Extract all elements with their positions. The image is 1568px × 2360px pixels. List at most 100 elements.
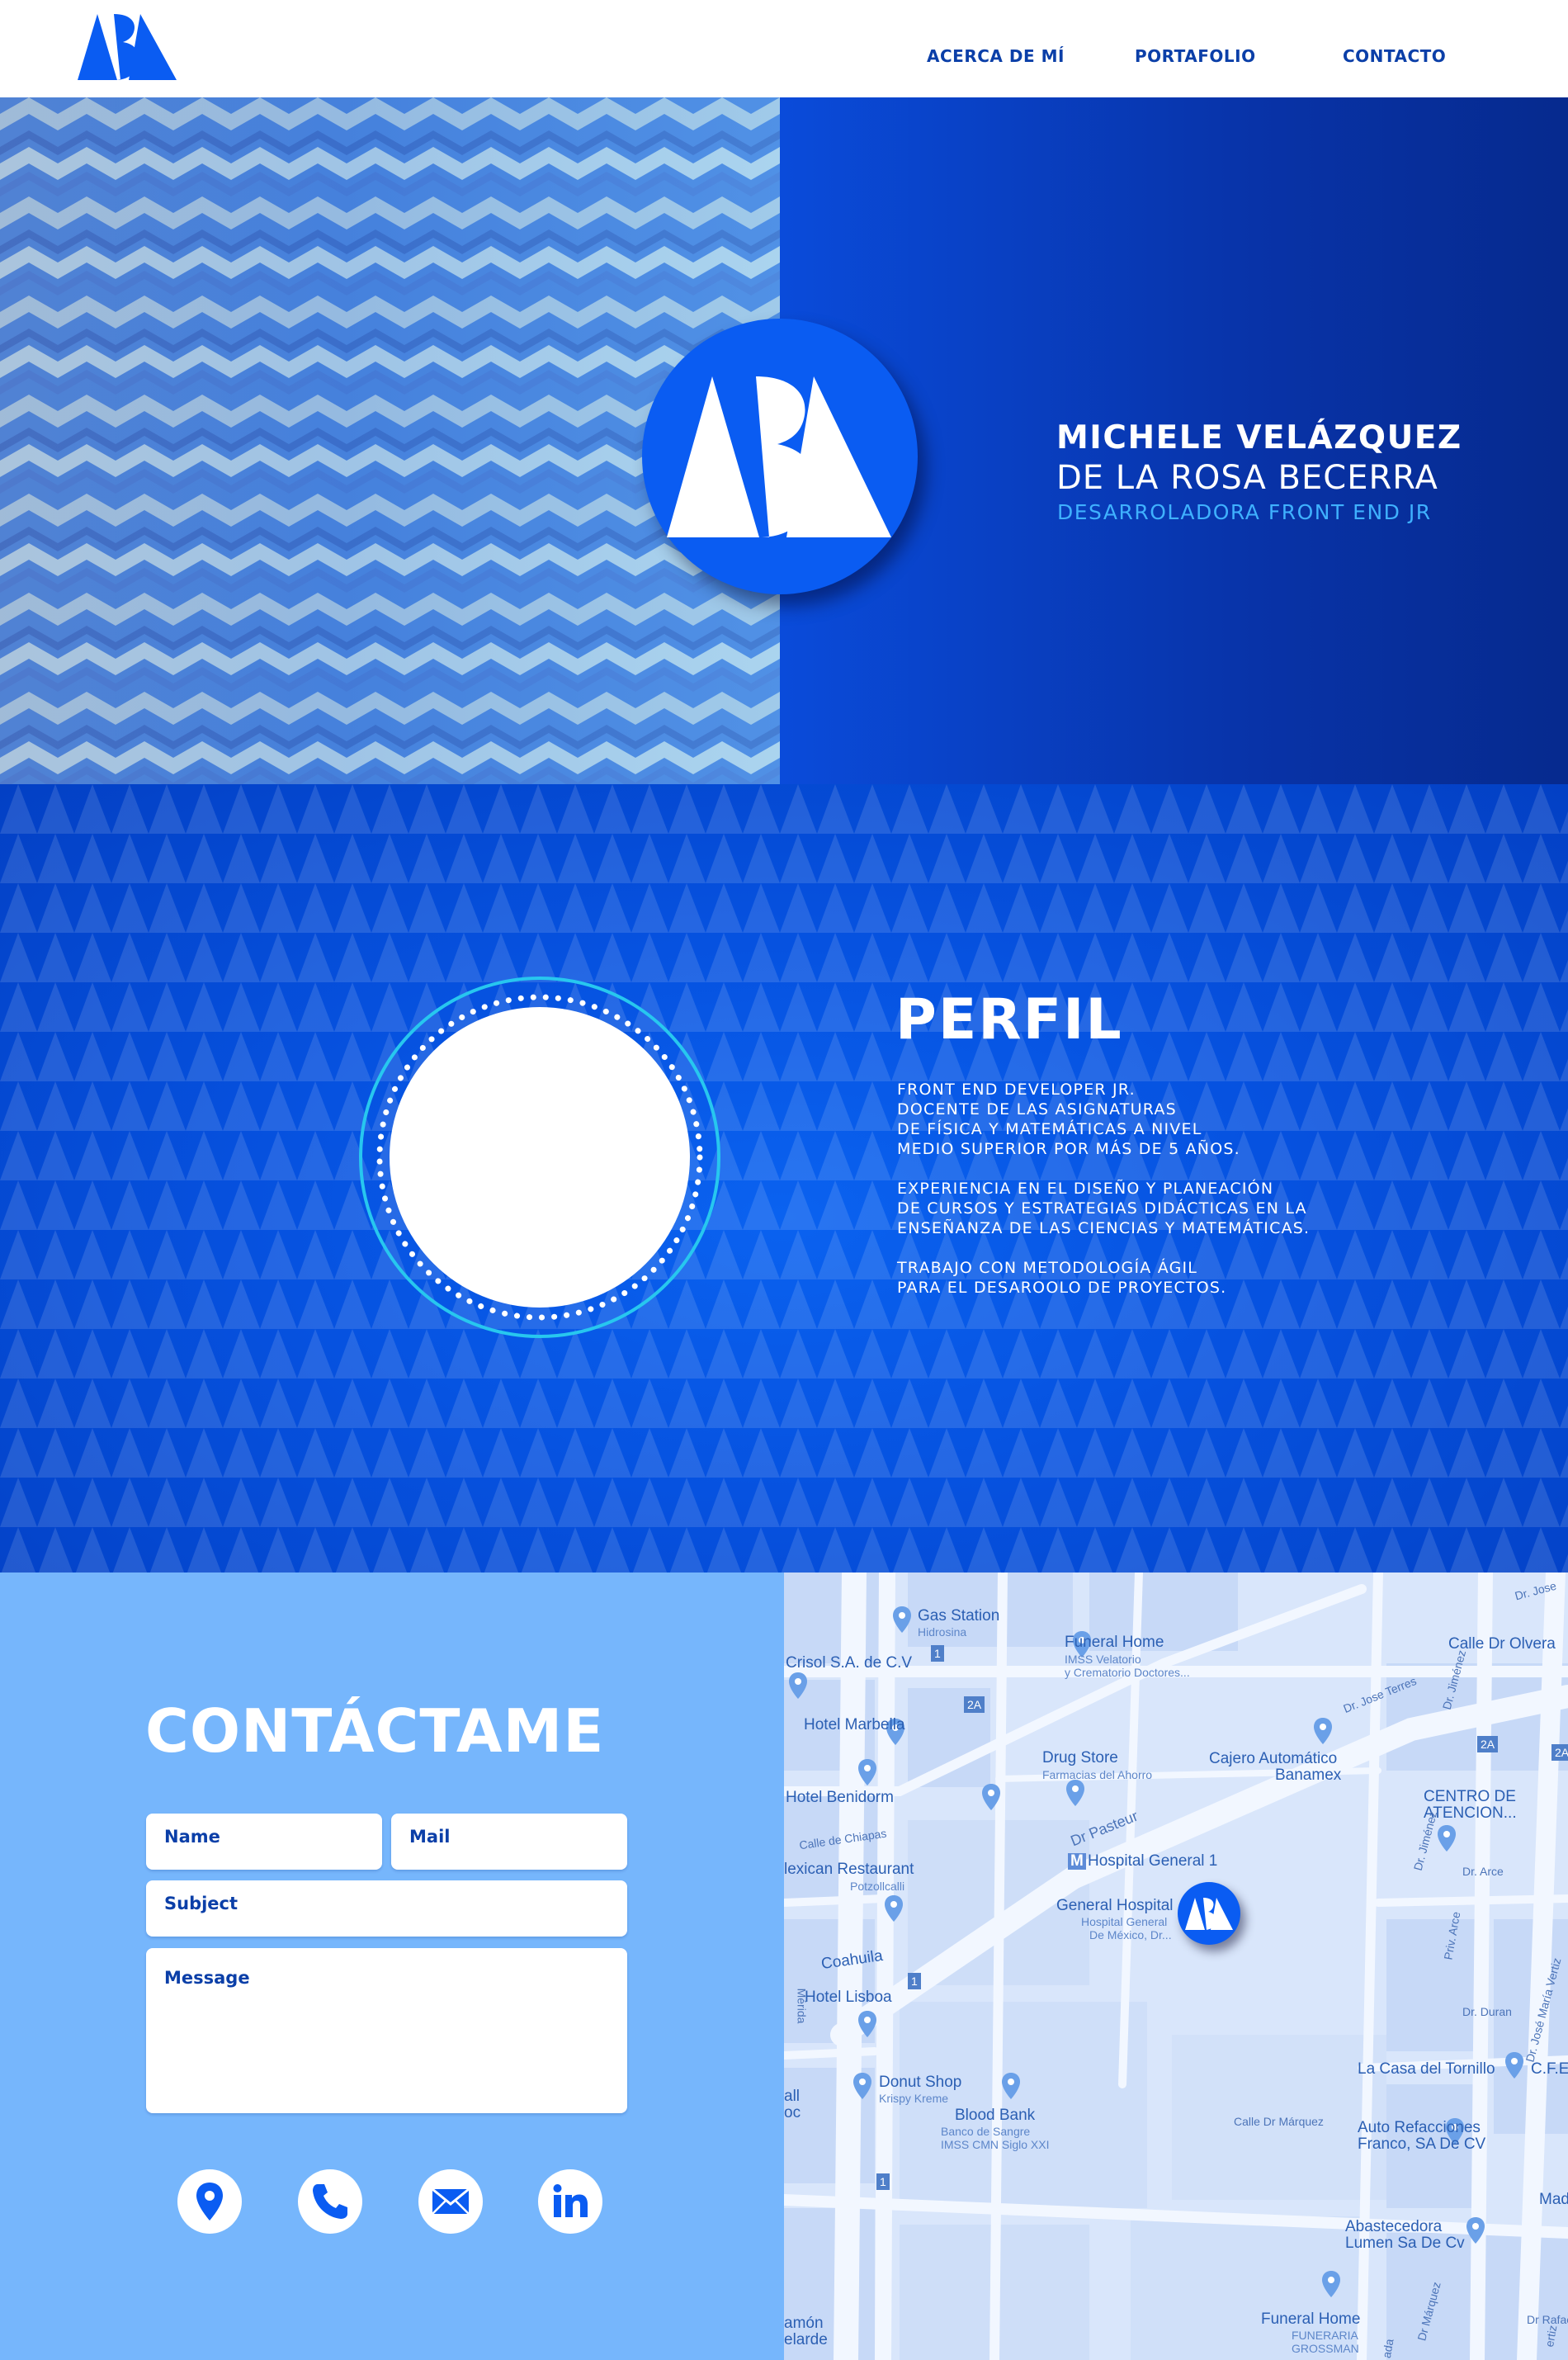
avatar-photo	[390, 1007, 690, 1308]
restaurant-pin-icon[interactable]	[883, 1894, 904, 1923]
profile-paragraph: TRABAJO CON METODOLOGÍA ÁGIL PARA EL DES…	[897, 1259, 1227, 1297]
map-label: Dr. Duran	[1462, 2005, 1512, 2018]
map-label: Farmacias del Ahorro	[1042, 1768, 1153, 1781]
map-label: y Crematorio Doctores...	[1065, 1666, 1190, 1679]
map-label: Hospital General 1	[1088, 1852, 1218, 1870]
map-label: Dr. Arce	[1462, 1865, 1504, 1878]
subject-field-label: Subject	[164, 1894, 239, 1913]
location-map[interactable]: Gas Station Hidrosina Funeral Home IMSS …	[784, 1573, 1568, 2360]
map-label: Hotel Lisboa	[805, 1989, 892, 2006]
map-label: Calle Dr Márquez	[1234, 2115, 1324, 2128]
gas-station-pin-icon[interactable]	[891, 1606, 913, 1634]
cajero-pin-icon[interactable]	[1312, 1717, 1334, 1745]
map-label: Gas Station	[918, 1607, 1000, 1625]
name-field-label: Name	[164, 1827, 220, 1847]
map-label: 1	[876, 2173, 890, 2190]
phone-icon	[313, 2184, 347, 2219]
map-label: Hidrosina	[918, 1625, 967, 1639]
profile-paragraph: EXPERIENCIA EN EL DISEÑO Y PLANEACIÓN DE…	[897, 1180, 1311, 1237]
map-label: IMSS CMN Siglo XXI	[941, 2138, 1050, 2151]
map-label: 1	[908, 1973, 921, 1989]
map-label: 2A	[1551, 1744, 1568, 1761]
phone-button[interactable]	[298, 2169, 362, 2234]
map-label: amón	[784, 2315, 824, 2332]
mail-icon	[432, 2187, 470, 2215]
centro-atencion-pin-icon[interactable]	[1436, 1824, 1457, 1852]
map-label: M	[1068, 1853, 1086, 1870]
linkedin-icon	[553, 2184, 588, 2217]
map-label: IMSS Velatorio	[1065, 1653, 1141, 1666]
brand-logo-white	[667, 376, 891, 537]
map-label: Mérida	[795, 1988, 809, 2024]
map-label: Cajero Automático	[1209, 1750, 1338, 1767]
map-label: Krispy Kreme	[879, 2092, 949, 2105]
map-label: Funeral Home	[1261, 2310, 1361, 2328]
map-label: C.F.E	[1531, 2060, 1568, 2078]
map-label: Abastecedora	[1345, 2218, 1443, 2235]
site-header: ACERCA DE MÍ PORTAFOLIO CONTACTO	[0, 0, 1568, 97]
brand-logo-icon	[1185, 1898, 1233, 1930]
hero-name-line1: MICHELE VELÁZQUEZ	[1056, 419, 1462, 456]
nav-contact[interactable]: CONTACTO	[1343, 46, 1446, 66]
map-label: 2A	[964, 1696, 985, 1713]
location-icon	[196, 2183, 223, 2220]
profile-title: PERFIL	[895, 987, 1123, 1052]
map-label: oc	[784, 2104, 801, 2121]
map-label: Crisol S.A. de C.V	[786, 1654, 913, 1672]
map-location-marker[interactable]	[1178, 1882, 1240, 1945]
message-field[interactable]: Message	[146, 1948, 627, 2113]
map-label: Banco de Sangre	[941, 2125, 1031, 2138]
nav-portfolio[interactable]: PORTAFOLIO	[1135, 46, 1256, 66]
map-label: La Casa del Tornillo	[1358, 2060, 1495, 2078]
map-label: 2A	[1477, 1736, 1499, 1752]
funeral-home-2-pin-icon[interactable]	[1320, 2270, 1342, 2298]
map-label: Hospital General	[1081, 1915, 1168, 1928]
subject-field[interactable]: Subject	[146, 1880, 627, 1937]
map-label: 1	[931, 1645, 944, 1662]
hero-role: DESARROLADORA FRONT END JR	[1057, 500, 1432, 524]
hero-name-line2: DE LA ROSA BECERRA	[1056, 459, 1438, 497]
map-label: GROSSMAN	[1292, 2342, 1359, 2355]
map-label: Auto Refacciones	[1358, 2119, 1481, 2136]
map-label: FUNERARIA	[1292, 2329, 1358, 2342]
map-label: Franco, SA De CV	[1358, 2135, 1486, 2153]
map-label: Hotel Benidorm	[786, 1789, 894, 1806]
map-label: Banamex	[1275, 1766, 1342, 1784]
hotel-lisboa-pin-icon[interactable]	[857, 2010, 878, 2038]
profile-paragraph: FRONT END DEVELOPER JR. DOCENTE DE LAS A…	[897, 1081, 1240, 1158]
map-label: Lumen Sa De Cv	[1345, 2235, 1465, 2252]
blood-bank-pin-icon[interactable]	[1000, 2072, 1022, 2100]
map-label: CENTRO DE	[1424, 1788, 1516, 1805]
brand-logo[interactable]	[76, 12, 178, 82]
map-label: elarde	[784, 2331, 828, 2348]
map-label: Drug Store	[1042, 1749, 1118, 1766]
email-button[interactable]	[418, 2169, 483, 2234]
map-label: lexican Restaurant	[784, 1861, 914, 1878]
map-label: ada	[1379, 2338, 1396, 2359]
hotel-benidorm-pin-icon[interactable]	[857, 1758, 878, 1786]
abastecedora-pin-icon[interactable]	[1465, 2216, 1486, 2244]
nav-about[interactable]: ACERCA DE MÍ	[927, 46, 1065, 66]
shopping-pin-icon[interactable]	[980, 1783, 1002, 1811]
name-field[interactable]: Name	[146, 1814, 382, 1870]
crisol-pin-icon[interactable]	[787, 1672, 809, 1700]
map-label: Potzollcalli	[850, 1880, 905, 1893]
location-button[interactable]	[177, 2169, 242, 2234]
map-label: Donut Shop	[879, 2074, 962, 2091]
map-label: all	[784, 2088, 801, 2105]
map-label: Blood Bank	[955, 2107, 1036, 2124]
map-label: Hotel Marbella	[804, 1716, 905, 1733]
linkedin-button[interactable]	[538, 2169, 602, 2234]
map-label: Funeral Home	[1065, 1634, 1164, 1651]
map-label: General Hospital	[1056, 1897, 1174, 1914]
map-label: De México, Dr...	[1089, 1928, 1172, 1941]
message-field-label: Message	[164, 1968, 250, 1988]
hero-section: MICHELE VELÁZQUEZ DE LA ROSA BECERRA DES…	[0, 97, 1568, 784]
donut-shop-pin-icon[interactable]	[852, 2072, 873, 2100]
drug-store-pin-icon[interactable]	[1065, 1779, 1086, 1807]
map-label: Mad	[1539, 2191, 1568, 2208]
mail-field[interactable]: Mail	[391, 1814, 627, 1870]
profile-description: FRONT END DEVELOPER JR. DOCENTE DE LAS A…	[897, 1080, 1359, 1317]
map-label: Calle Dr Olvera	[1448, 1635, 1556, 1653]
hero-logo-badge	[642, 319, 918, 594]
